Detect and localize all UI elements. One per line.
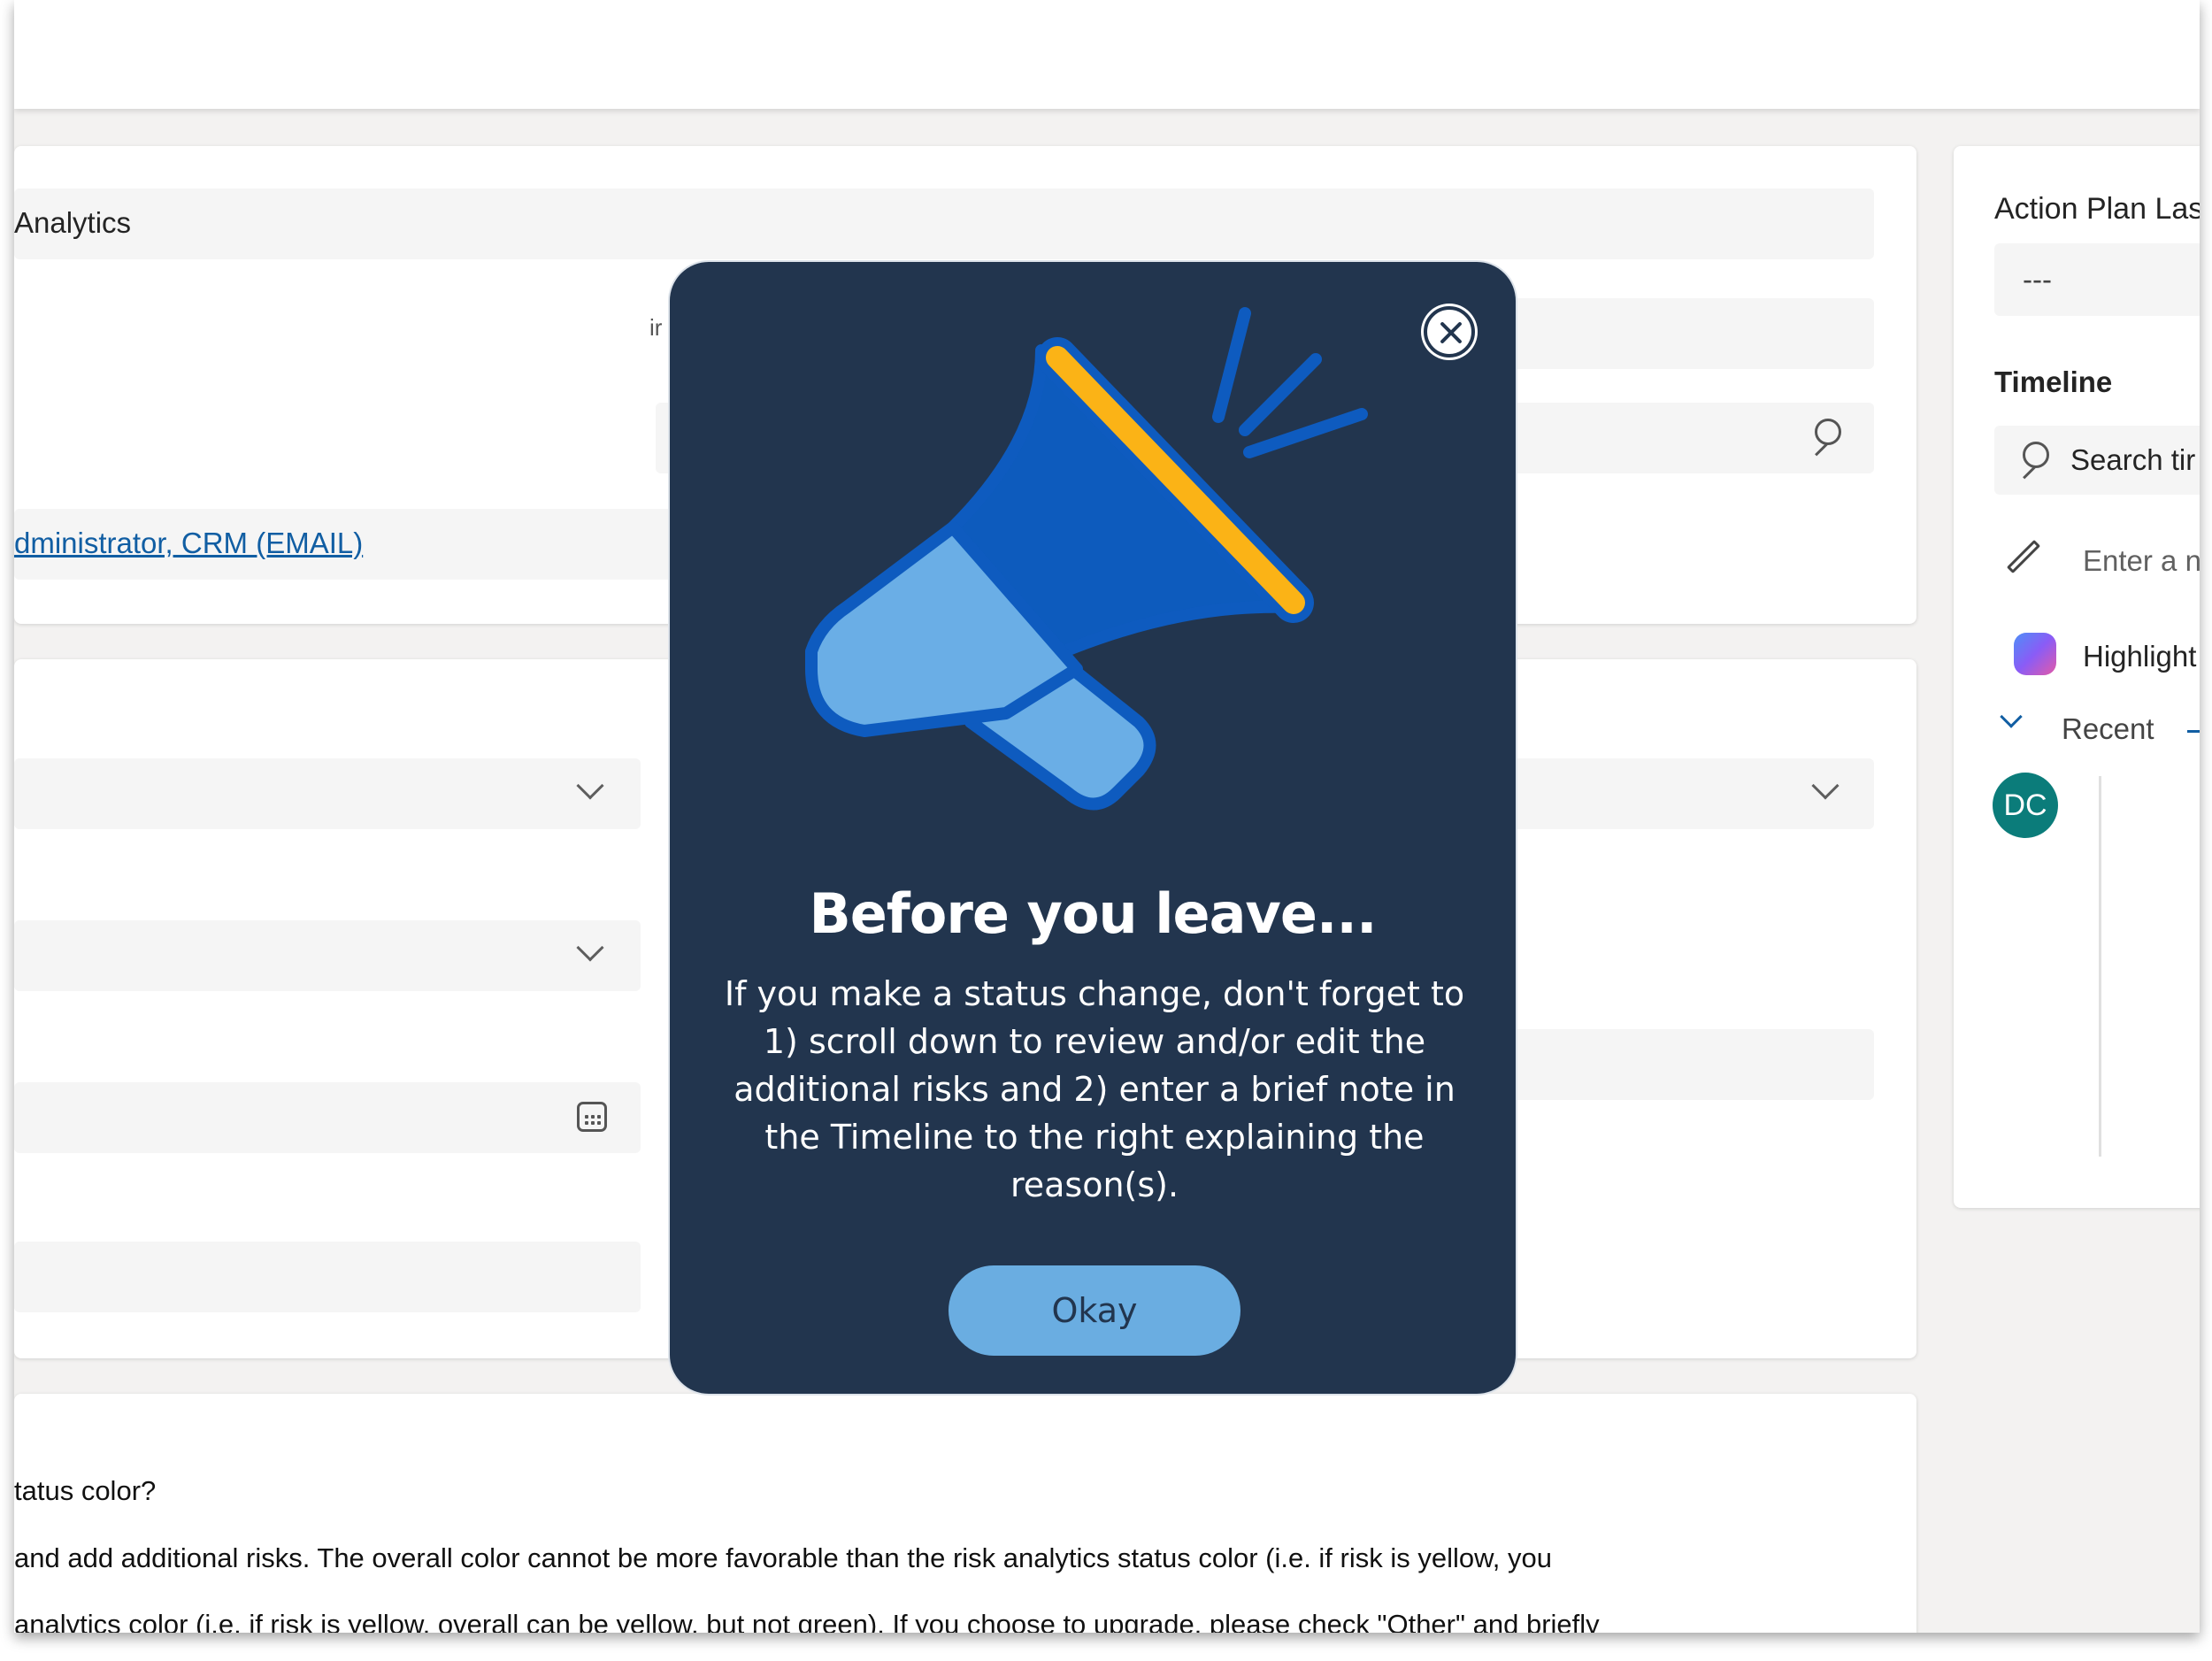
calendar-icon[interactable] [577, 1102, 607, 1132]
avatar-initials: DC [2003, 788, 2047, 822]
search-icon[interactable] [1815, 419, 1841, 445]
timeline-heading: Timeline [1994, 365, 2113, 398]
owner-link[interactable]: dministrator, CRM (EMAIL) [14, 527, 363, 560]
note-input[interactable]: Enter a no [1994, 528, 2200, 590]
pencil-icon [2006, 539, 2041, 574]
text-field-bottom[interactable] [14, 1242, 641, 1312]
modal-title: Before you leave... [809, 881, 1377, 946]
before-you-leave-modal: Before you leave... If you make a status… [668, 260, 1517, 1396]
guidance-section-card: tatus color? and add additional risks. T… [14, 1394, 1916, 1633]
chevron-down-icon [2000, 705, 2023, 728]
search-icon [2023, 442, 2049, 468]
action-plan-field[interactable]: --- [1994, 243, 2200, 316]
recent-divider [2187, 730, 2200, 733]
timeline-panel: Action Plan Las --- Timeline Search tir … [1954, 146, 2200, 1208]
partial-field-label: ir [649, 314, 663, 341]
highlights-label: Highlight [2083, 640, 2197, 673]
timeline-rail [2099, 776, 2101, 1157]
chevron-down-icon [1811, 772, 1839, 800]
timeline-search[interactable]: Search tir [1994, 426, 2200, 495]
copilot-icon [2014, 633, 2056, 675]
megaphone-icon [805, 307, 1368, 811]
chevron-down-icon [576, 772, 604, 800]
name-field[interactable]: Analytics [14, 188, 1874, 259]
action-plan-label: Action Plan Las [1994, 192, 2200, 226]
top-command-bar [14, 0, 2200, 109]
note-placeholder: Enter a no [2083, 544, 2200, 577]
okay-button[interactable]: Okay [949, 1265, 1240, 1356]
status-dropdown-1[interactable] [14, 758, 641, 829]
name-field-value: Analytics [14, 206, 132, 239]
recent-toggle[interactable]: Recent [1994, 704, 2200, 757]
chevron-down-icon [576, 934, 604, 962]
timeline-search-placeholder: Search tir [2070, 443, 2196, 476]
date-field[interactable] [14, 1082, 641, 1153]
guidance-line-1: and add additional risks. The overall co… [14, 1542, 1552, 1573]
recent-label: Recent [2062, 712, 2154, 745]
guidance-question: tatus color? [14, 1475, 157, 1506]
avatar[interactable]: DC [1993, 773, 2058, 838]
guidance-line-2: analytics color (i.e. if risk is yellow,… [14, 1609, 1600, 1633]
action-plan-value: --- [2023, 263, 2052, 296]
modal-message: If you make a status change, don't forge… [724, 974, 1465, 1204]
status-dropdown-3[interactable] [14, 920, 641, 991]
highlights-row[interactable]: Highlight [1994, 624, 2200, 686]
